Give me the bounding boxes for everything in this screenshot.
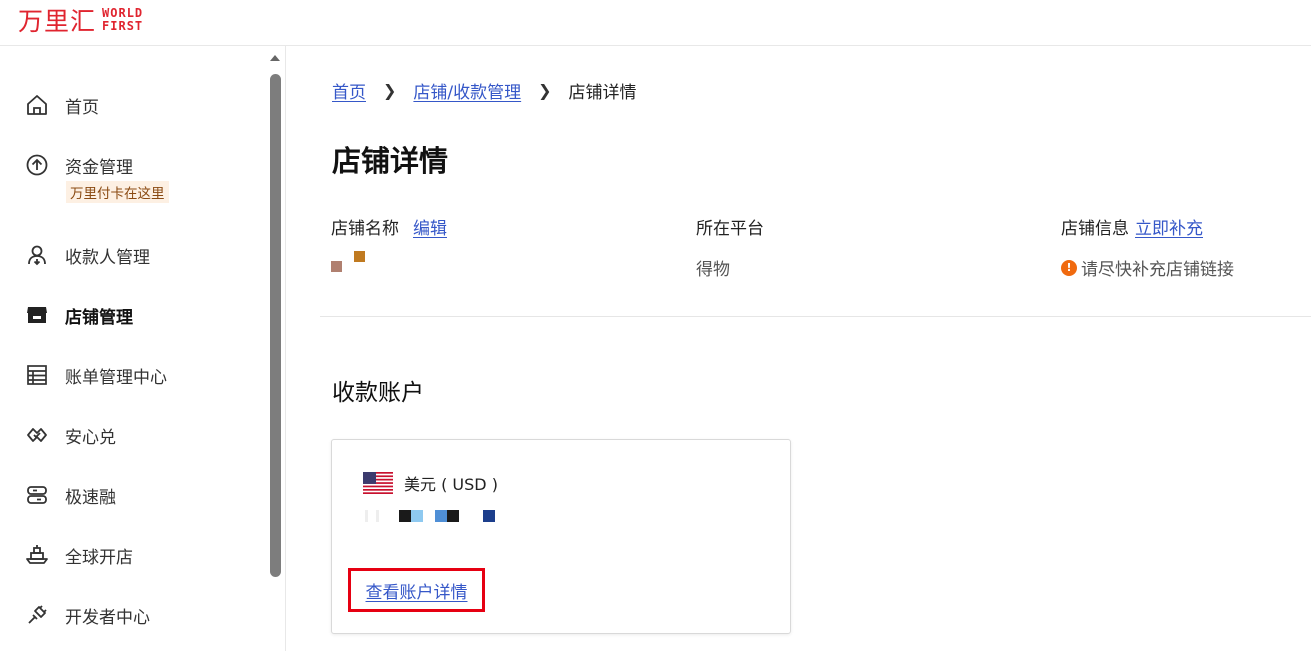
sidebar-item-home[interactable]: 首页 [24, 92, 99, 118]
sidebar-item-label: 极速融 [65, 487, 116, 508]
sidebar-item-global-store[interactable]: 全球开店 [24, 542, 133, 568]
breadcrumb-current: 店铺详情 [568, 83, 637, 103]
view-account-details-link[interactable]: 查看账户详情 [366, 578, 468, 603]
sidebar-item-label: 账单管理中心 [65, 367, 167, 388]
store-info-label: 店铺信息 [1061, 219, 1129, 239]
sidebar-item-label: 收款人管理 [65, 247, 150, 268]
chevron-right-icon: ❯ [383, 81, 397, 100]
ship-icon [24, 542, 50, 568]
edit-store-name-link[interactable]: 编辑 [413, 214, 447, 239]
sidebar-item-label: 安心兑 [65, 427, 116, 448]
chevron-right-icon: ❯ [538, 81, 552, 100]
sidebar-item-label: 店铺管理 [65, 307, 133, 328]
breadcrumb-home-link[interactable]: 首页 [332, 78, 366, 103]
worldfirst-logo[interactable]: 万里汇 WORLD FIRST [18, 2, 143, 38]
store-name-value-redacted [331, 251, 447, 279]
store-icon [24, 302, 50, 328]
sidebar-scrollbar[interactable] [270, 74, 281, 577]
store-info-block: 店铺信息 立即补充 ! 请尽快补充店铺链接 [1061, 214, 1234, 280]
logo-cn-text: 万里汇 [18, 7, 97, 36]
supplement-now-link[interactable]: 立即补充 [1135, 214, 1203, 239]
currency-row: 美元 ( USD ) [363, 471, 498, 495]
account-card: 美元 ( USD ) 查看账户详情 [331, 439, 791, 634]
platform-block: 所在平台 得物 [696, 214, 764, 280]
breadcrumb: 首页 ❯ 店铺/收款管理 ❯ 店铺详情 [332, 78, 637, 103]
currency-label: 美元 ( USD ) [404, 475, 498, 494]
sidebar-item-stores[interactable]: 店铺管理 [24, 302, 133, 328]
scroll-up-arrow[interactable] [270, 55, 280, 61]
account-number-redacted [365, 510, 495, 522]
wanlipay-card-badge[interactable]: 万里付卡在这里 [66, 181, 169, 203]
view-account-details-highlight: 查看账户详情 [348, 568, 485, 612]
store-name-block: 店铺名称 编辑 [331, 214, 447, 279]
warning-text: 请尽快补充店铺链接 [1081, 260, 1234, 280]
plug-icon [24, 602, 50, 628]
user-download-icon [24, 242, 50, 268]
main-content: 首页 ❯ 店铺/收款管理 ❯ 店铺详情 店铺详情 店铺名称 编辑 所在平台 得物… [287, 46, 1311, 651]
sidebar-item-label: 开发者中心 [65, 607, 150, 628]
platform-value: 得物 [696, 260, 730, 280]
sidebar-item-funds[interactable]: 资金管理 [24, 152, 133, 178]
receiving-accounts-title: 收款账户 [332, 380, 424, 406]
logo-en-text: WORLD FIRST [102, 6, 144, 33]
sidebar-item-bills[interactable]: 账单管理中心 [24, 362, 167, 388]
arrow-up-circle-icon [24, 152, 50, 178]
home-icon [24, 92, 50, 118]
sidebar-item-developer[interactable]: 开发者中心 [24, 602, 150, 628]
breadcrumb-store-mgmt-link[interactable]: 店铺/收款管理 [413, 78, 521, 103]
redacted-block [331, 261, 342, 272]
redacted-block [354, 251, 365, 262]
table-icon [24, 362, 50, 388]
sidebar-item-exchange[interactable]: 安心兑 [24, 422, 116, 448]
exchange-shield-icon [24, 422, 50, 448]
fast-finance-icon [24, 482, 50, 508]
store-name-label: 店铺名称 [331, 219, 399, 239]
warning-icon: ! [1061, 259, 1077, 276]
sidebar-item-payees[interactable]: 收款人管理 [24, 242, 150, 268]
platform-label: 所在平台 [696, 219, 764, 239]
section-divider [320, 316, 1311, 317]
us-flag-icon [363, 472, 393, 494]
top-bar: 万里汇 WORLD FIRST [0, 0, 1311, 46]
sidebar-item-finance[interactable]: 极速融 [24, 482, 116, 508]
sidebar-item-label: 首页 [65, 97, 99, 118]
sidebar-item-label: 全球开店 [65, 547, 133, 568]
page-title: 店铺详情 [332, 144, 449, 178]
sidebar-item-label: 资金管理 [65, 157, 133, 178]
sidebar: 首页 资金管理 万里付卡在这里 收款人管理 店铺管理 账单管理中心 安心兑 极速… [0, 46, 286, 651]
